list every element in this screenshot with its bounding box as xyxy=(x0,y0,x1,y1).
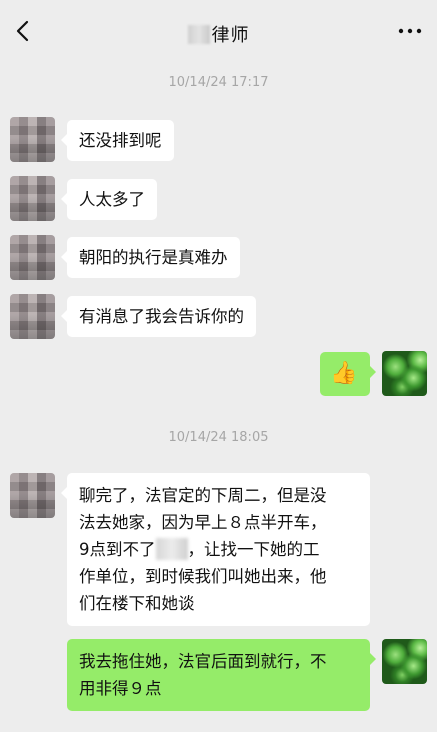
redacted-name xyxy=(187,25,210,44)
timestamp: 10/14/24 17:17 xyxy=(168,75,269,90)
thumbs-up-icon: 👍 xyxy=(330,361,358,386)
more-dots-icon[interactable] xyxy=(397,26,423,36)
my-avatar[interactable] xyxy=(382,351,427,396)
contact-avatar[interactable] xyxy=(10,294,55,339)
contact-avatar[interactable] xyxy=(10,176,55,221)
message-bubble[interactable]: 人太多了 xyxy=(61,179,157,220)
message-bubble[interactable]: 还没排到呢 xyxy=(61,120,174,161)
contact-avatar[interactable] xyxy=(10,117,55,162)
contact-avatar[interactable] xyxy=(10,473,55,518)
contact-avatar[interactable] xyxy=(10,235,55,280)
redacted-text xyxy=(155,538,188,560)
message-bubble[interactable]: 有消息了我会告诉你的 xyxy=(61,296,256,337)
message-bubble[interactable]: 我去拖住她，法官后面到就行，不 用非得９点 xyxy=(67,639,376,711)
my-avatar[interactable] xyxy=(382,639,427,684)
chat-title: 律师 xyxy=(0,21,437,47)
message-bubble[interactable]: 朝阳的执行是真难办 xyxy=(61,237,240,278)
message-bubble-thumbs-up[interactable]: 👍 xyxy=(320,352,376,396)
chat-header: 律师 xyxy=(0,0,437,62)
message-bubble[interactable]: 聊完了，法官定的下周二，但是没 法去她家，因为早上８点半开车， 9点到不了 ，让找… xyxy=(61,473,370,626)
timestamp: 10/14/24 18:05 xyxy=(168,430,269,445)
